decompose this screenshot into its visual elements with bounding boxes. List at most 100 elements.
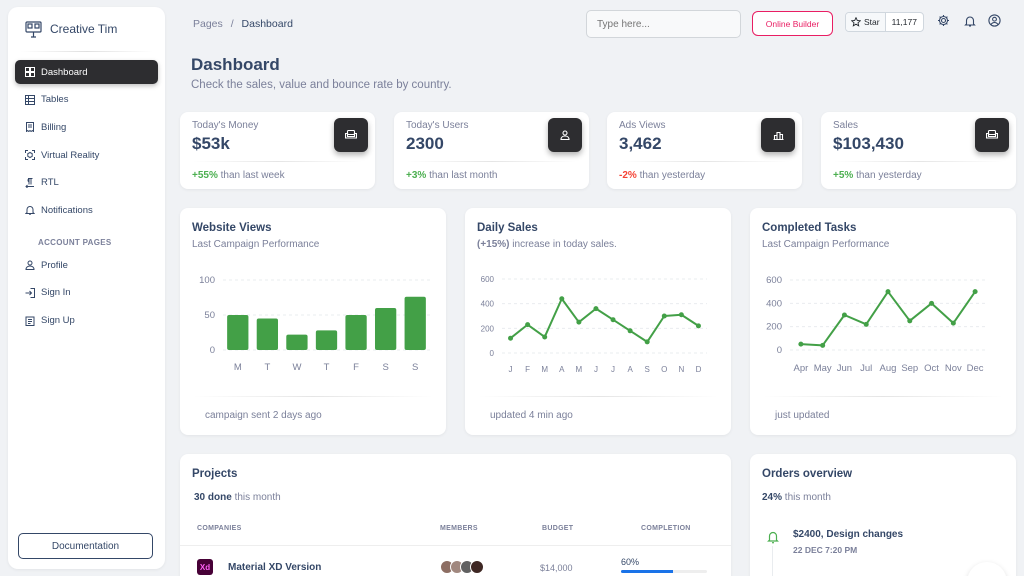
sidebar-item-profile[interactable]: Profile bbox=[15, 253, 158, 277]
stat-label: Ads Views bbox=[619, 120, 666, 131]
star-count[interactable]: 11,177 bbox=[886, 13, 923, 31]
x-tick-label: Oct bbox=[924, 363, 939, 374]
chart-divider bbox=[192, 396, 434, 397]
x-tick-label: S bbox=[645, 365, 650, 374]
data-point bbox=[542, 334, 548, 340]
github-star-button[interactable]: Star 11,177 bbox=[845, 12, 924, 32]
dashboard-icon bbox=[25, 67, 35, 77]
sidebar-item-label: Dashboard bbox=[41, 66, 88, 78]
sidebar: Creative Tim Dashboard Tables Billing Vi… bbox=[8, 7, 165, 569]
stat-change: +5% bbox=[833, 170, 854, 181]
stat-value: $103,430 bbox=[833, 134, 904, 153]
stat-change-suffix: than last month bbox=[429, 170, 498, 181]
orders-subtitle: 24% this month bbox=[762, 492, 831, 503]
sidebar-item-tables[interactable]: Tables bbox=[15, 88, 158, 112]
x-tick-label: A bbox=[627, 365, 633, 374]
sidebar-item-label: Sign Up bbox=[41, 315, 75, 326]
avatar[interactable] bbox=[470, 560, 484, 574]
x-tick-label: D bbox=[696, 365, 702, 374]
x-tick-label: M bbox=[576, 365, 583, 374]
bar bbox=[315, 330, 338, 350]
x-tick-label: Aug bbox=[880, 363, 897, 374]
brand[interactable]: Creative Tim bbox=[8, 7, 165, 51]
y-tick-label: 0 bbox=[490, 349, 495, 358]
sidebar-item-dashboard[interactable]: Dashboard bbox=[15, 60, 158, 84]
bar bbox=[256, 318, 279, 350]
x-tick-label: F bbox=[353, 362, 359, 373]
breadcrumb-separator: / bbox=[230, 18, 234, 30]
x-tick-label: O bbox=[661, 365, 667, 374]
stat-change-suffix: than yesterday bbox=[639, 170, 706, 181]
chart-card-daily-sales: Daily Sales (+15%) increase in today sal… bbox=[465, 208, 731, 476]
chart-title: Website Views bbox=[192, 222, 272, 234]
chart-subtitle-text: increase in today sales. bbox=[512, 239, 617, 250]
website-views-bar-chart: 0 50 100 M T W T F S S bbox=[199, 275, 430, 373]
bell-icon bbox=[25, 205, 35, 216]
project-budget: $14,000 bbox=[540, 563, 573, 573]
stat-card-todays-users: Today's Users 2300 +3% than last month bbox=[394, 112, 589, 189]
orders-title: Orders overview bbox=[762, 468, 853, 480]
sidebar-item-notifications[interactable]: Notifications bbox=[15, 198, 158, 222]
bar bbox=[286, 334, 308, 350]
x-tick-label: W bbox=[292, 362, 301, 373]
data-point bbox=[695, 323, 701, 329]
x-tick-label: Apr bbox=[793, 363, 808, 374]
documentation-button[interactable]: Documentation bbox=[18, 533, 153, 559]
chart-title: Daily Sales bbox=[477, 222, 538, 234]
stat-card-sales: Sales $103,430 +5% than yesterday bbox=[821, 112, 1016, 189]
x-tick-label: N bbox=[678, 365, 684, 374]
order-title: $2400, Design changes bbox=[793, 529, 904, 540]
chart-divider bbox=[477, 396, 719, 397]
table-header-divider bbox=[180, 545, 731, 546]
x-tick-label: J bbox=[509, 365, 513, 374]
orders-percent: 24% bbox=[762, 492, 783, 503]
projects-done-count: 30 done bbox=[194, 492, 232, 503]
orders-percent-suffix: this month bbox=[784, 492, 831, 503]
y-tick-label: 100 bbox=[199, 275, 215, 286]
sidebar-item-virtual-reality[interactable]: Virtual Reality bbox=[15, 143, 158, 167]
stat-card-todays-money: Today's Money $53k +55% than last week bbox=[180, 112, 375, 189]
sidebar-item-sign-in[interactable]: Sign In bbox=[15, 281, 158, 305]
sidebar-item-sign-up[interactable]: Sign Up bbox=[15, 309, 158, 333]
person-icon bbox=[548, 118, 582, 152]
data-point bbox=[610, 317, 616, 323]
x-tick-label: Jun bbox=[837, 363, 852, 374]
data-point bbox=[907, 318, 913, 324]
chart-subtitle: Last Campaign Performance bbox=[762, 239, 890, 250]
notifications-bell-icon[interactable] bbox=[963, 14, 976, 27]
daily-sales-line-chart: 0 200 400 600 J F M A M J J A S O N D bbox=[481, 275, 707, 374]
breadcrumb-pages-link[interactable]: Pages bbox=[193, 18, 223, 30]
data-point bbox=[593, 306, 599, 312]
stat-footer: +3% than last month bbox=[406, 170, 497, 181]
stat-label: Sales bbox=[833, 120, 859, 131]
data-point bbox=[678, 312, 684, 318]
series-line bbox=[509, 297, 700, 343]
column-header-companies: COMPANIES bbox=[197, 525, 242, 532]
view-in-ar-icon bbox=[25, 150, 35, 161]
bar bbox=[404, 296, 426, 350]
online-builder-button[interactable]: Online Builder bbox=[752, 11, 833, 36]
account-circle-icon[interactable] bbox=[988, 14, 1001, 27]
sidebar-item-billing[interactable]: Billing bbox=[15, 115, 158, 139]
stat-footer: +5% than yesterday bbox=[833, 170, 922, 181]
sidebar-item-rtl[interactable]: RTL bbox=[15, 171, 158, 195]
table-icon bbox=[25, 94, 35, 105]
clock-icon bbox=[477, 411, 487, 476]
breadcrumb: Pages / Dashboard bbox=[193, 18, 293, 30]
x-tick-label: M bbox=[541, 365, 548, 374]
settings-gear-icon[interactable] bbox=[937, 14, 950, 27]
assignment-icon bbox=[25, 316, 35, 326]
data-point bbox=[661, 313, 667, 319]
sidebar-item-label: Tables bbox=[41, 94, 69, 106]
y-tick-label: 50 bbox=[204, 310, 215, 321]
bar bbox=[227, 315, 249, 350]
search-input[interactable] bbox=[586, 10, 741, 38]
series-line bbox=[800, 290, 976, 347]
sidebar-item-label: Notifications bbox=[41, 204, 93, 216]
stat-divider bbox=[833, 161, 1004, 162]
projects-done-suffix: this month bbox=[234, 492, 281, 503]
sidebar-item-label: Billing bbox=[41, 121, 67, 133]
adobe-xd-logo-icon: Xd bbox=[197, 559, 213, 575]
y-tick-label: 200 bbox=[766, 322, 782, 333]
weekend-icon bbox=[975, 118, 1009, 152]
